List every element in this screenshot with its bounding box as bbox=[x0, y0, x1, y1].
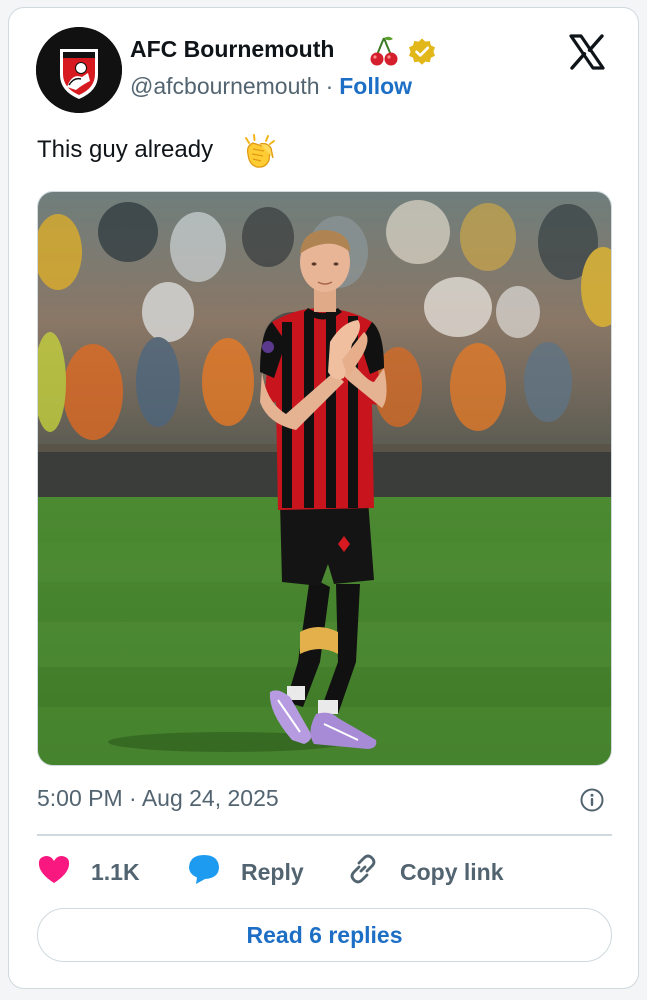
copy-link-button[interactable]: Copy link bbox=[346, 854, 504, 890]
heart-icon bbox=[37, 854, 71, 890]
afc-bournemouth-crest-icon bbox=[36, 27, 122, 113]
cherries-emoji-icon bbox=[369, 35, 399, 72]
tweet-media-photo[interactable] bbox=[37, 191, 612, 766]
like-count: 1.1K bbox=[91, 858, 140, 885]
info-icon[interactable] bbox=[579, 787, 605, 818]
handle-row: @afcbournemouth · Follow bbox=[130, 73, 412, 100]
read-replies-button[interactable]: Read 6 replies bbox=[37, 908, 612, 962]
player-applauding-photo bbox=[38, 192, 611, 765]
copy-link-label: Copy link bbox=[400, 858, 504, 885]
reply-button[interactable]: Reply bbox=[187, 854, 304, 890]
link-icon bbox=[346, 852, 380, 892]
tweet-text: This guy already bbox=[37, 136, 214, 163]
speech-bubble-icon bbox=[187, 853, 221, 891]
separator: · bbox=[325, 73, 334, 99]
like-button[interactable]: 1.1K bbox=[37, 854, 140, 890]
follow-button[interactable]: Follow bbox=[339, 73, 412, 99]
clapping-hands-emoji-icon bbox=[240, 134, 278, 175]
divider bbox=[37, 834, 612, 836]
timestamp[interactable]: 5:00 PM · Aug 24, 2025 bbox=[37, 785, 279, 812]
handle[interactable]: @afcbournemouth bbox=[130, 73, 320, 99]
verified-badge-icon[interactable] bbox=[407, 37, 437, 72]
display-name[interactable]: AFC Bournemouth bbox=[130, 36, 334, 63]
x-logo-icon[interactable] bbox=[567, 32, 607, 72]
tweet-card[interactable]: AFC Bournemouth @afcbournemouth · Follow T… bbox=[8, 7, 639, 989]
reply-label: Reply bbox=[241, 858, 304, 885]
avatar[interactable] bbox=[36, 27, 122, 113]
